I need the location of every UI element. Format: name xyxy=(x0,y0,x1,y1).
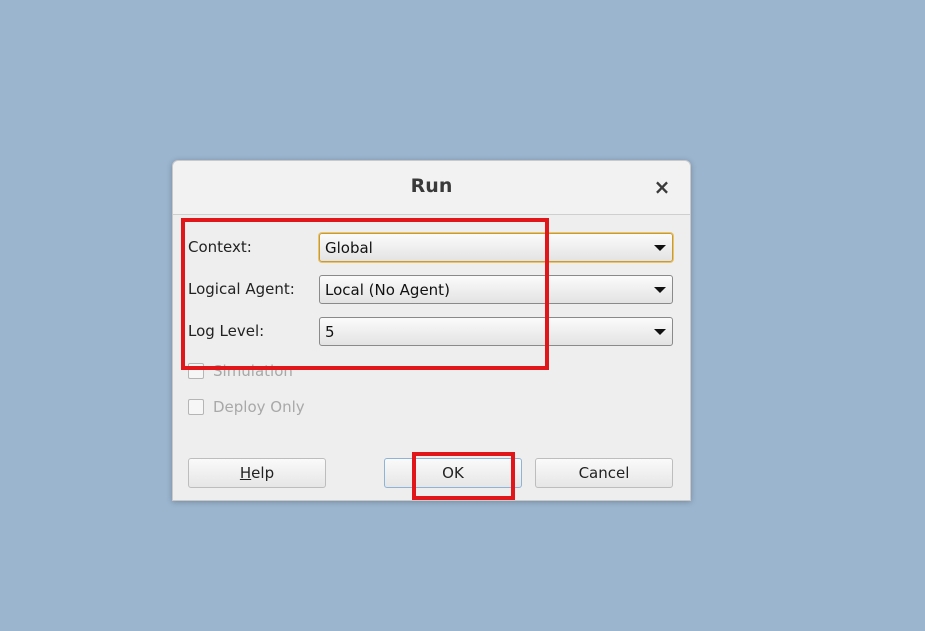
help-button[interactable]: Help xyxy=(188,458,326,488)
chevron-down-icon xyxy=(654,287,666,293)
chevron-down-icon xyxy=(654,329,666,335)
log-level-label: Log Level: xyxy=(188,322,265,340)
log-level-select-value: 5 xyxy=(325,323,335,341)
context-select-value: Global xyxy=(325,239,373,257)
log-level-select[interactable]: 5 xyxy=(319,317,673,346)
cancel-button[interactable]: Cancel xyxy=(535,458,673,488)
simulation-checkbox[interactable] xyxy=(188,363,204,379)
context-select[interactable]: Global xyxy=(319,233,673,262)
help-mnemonic: H xyxy=(239,464,252,482)
ok-button[interactable]: OK xyxy=(384,458,522,488)
help-label-rest: elp xyxy=(251,464,275,482)
close-icon[interactable]: × xyxy=(651,175,673,199)
logical-agent-select[interactable]: Local (No Agent) xyxy=(319,275,673,304)
run-dialog: Run × Context: Global Logical Agent: Loc… xyxy=(172,160,691,501)
chevron-down-icon xyxy=(654,245,666,251)
dialog-titlebar[interactable]: Run × xyxy=(173,161,690,215)
dialog-title: Run xyxy=(410,175,453,197)
deploy-only-checkbox[interactable] xyxy=(188,399,204,415)
deploy-only-label: Deploy Only xyxy=(213,398,305,416)
logical-agent-label: Logical Agent: xyxy=(188,280,295,298)
context-label: Context: xyxy=(188,238,252,256)
simulation-label: Simulation xyxy=(213,362,293,380)
logical-agent-select-value: Local (No Agent) xyxy=(325,281,450,299)
